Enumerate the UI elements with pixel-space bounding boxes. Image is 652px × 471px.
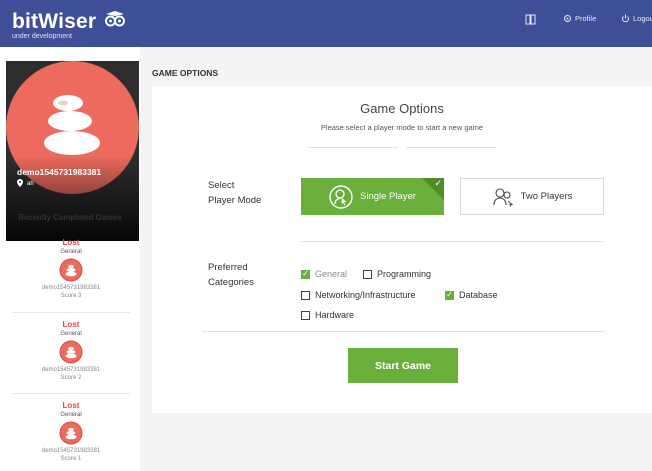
game-score: Score 2: [60, 375, 82, 381]
game-result: Lost: [62, 238, 80, 247]
brand-name: bitWiser: [12, 10, 97, 33]
categories-label: Preferred Categories: [208, 261, 254, 290]
game-result: Lost: [62, 320, 80, 329]
divider: [12, 312, 130, 313]
brand-tagline: under development: [12, 33, 72, 40]
single-player-button[interactable]: Single Player ✓: [301, 178, 444, 215]
game-category: General: [60, 249, 82, 255]
game-category: General: [60, 412, 82, 418]
category-label: Programming: [377, 269, 432, 279]
book-icon: [525, 14, 536, 25]
game-user: demo1545731983381: [41, 285, 101, 291]
profile-nav-label: Profile: [575, 14, 597, 23]
divider: [12, 393, 130, 394]
gear-icon: [563, 14, 572, 23]
single-player-icon: [329, 184, 353, 209]
profile-nav-link[interactable]: Profile: [563, 14, 596, 23]
categories-label-line1: Preferred: [208, 262, 248, 273]
two-players-icon: [492, 187, 514, 207]
checkbox-checked-icon: ✓: [301, 269, 310, 279]
category-database-checkbox[interactable]: ✓ Database: [445, 290, 498, 300]
profile-username: demo1545731983381: [17, 167, 102, 177]
row-divider: [301, 241, 604, 242]
category-hardware-checkbox[interactable]: Hardware: [301, 310, 354, 320]
game-category: General: [60, 331, 82, 337]
category-label: Database: [459, 290, 498, 300]
two-players-label: Two Players: [520, 191, 573, 202]
sidebar: demo1545731983381 ah Recently Completed …: [0, 47, 140, 471]
start-game-button[interactable]: Start Game: [348, 348, 458, 383]
section-title: GAME OPTIONS: [152, 68, 219, 78]
game-options-panel: Game Options Please select a player mode…: [152, 86, 652, 413]
game-score: Score 1: [60, 456, 82, 462]
checkbox-empty-icon: [301, 290, 310, 300]
owl-logo-icon: [104, 10, 126, 34]
logout-nav-label: Logou: [633, 14, 652, 23]
game-avatar-icon: [59, 258, 83, 282]
game-user: demo1545731983381: [41, 448, 101, 454]
game-user: demo1545731983381: [41, 367, 101, 373]
recent-games-title: Recently Completed Games: [18, 213, 122, 222]
checkbox-empty-icon: [363, 269, 372, 279]
categories-label-line2: Categories: [208, 276, 254, 288]
panel-title: Game Options: [360, 101, 444, 116]
two-players-button[interactable]: Two Players: [460, 178, 604, 215]
game-avatar-icon: [59, 421, 83, 445]
player-mode-label: Select Player Mode: [208, 179, 261, 208]
game-avatar-icon: [59, 340, 83, 364]
recent-game-item[interactable]: Lost General demo1545731983381 Score 1: [12, 401, 130, 462]
location-pin-icon: [17, 179, 23, 189]
profile-location-text: ah: [27, 181, 34, 187]
power-icon: [621, 14, 630, 23]
title-divider: [406, 147, 496, 148]
top-header: bitWiser under development Profile Logou: [0, 0, 652, 47]
brand-logo[interactable]: bitWiser: [12, 10, 126, 34]
category-label: Hardware: [315, 310, 355, 320]
category-programming-checkbox[interactable]: Programming: [363, 269, 431, 279]
game-score: Score 3: [60, 293, 82, 299]
recent-game-item[interactable]: Lost General demo1545731983381 Score 2: [12, 320, 130, 381]
single-player-label: Single Player: [360, 191, 416, 202]
checkbox-checked-icon: ✓: [445, 290, 454, 300]
category-label: General: [315, 269, 348, 279]
book-nav-button[interactable]: [525, 14, 536, 25]
checkbox-empty-icon: [301, 310, 310, 320]
panel-subtitle: Please select a player mode to start a n…: [320, 123, 484, 132]
profile-location: ah: [17, 179, 34, 189]
category-label: Networking/Infrastructure: [315, 290, 416, 300]
player-mode-label-line2: Player Mode: [208, 194, 262, 206]
category-general-checkbox[interactable]: ✓ General: [301, 269, 347, 279]
recent-game-item[interactable]: Lost General demo1545731983381 Score 3: [12, 238, 130, 299]
logout-nav-link[interactable]: Logou: [621, 14, 652, 23]
title-divider: [308, 147, 398, 148]
game-result: Lost: [62, 401, 80, 410]
check-icon: ✓: [434, 178, 442, 188]
category-networking-checkbox[interactable]: Networking/Infrastructure: [301, 290, 416, 300]
row-divider: [202, 331, 605, 332]
player-mode-label-line1: Select: [208, 180, 235, 191]
